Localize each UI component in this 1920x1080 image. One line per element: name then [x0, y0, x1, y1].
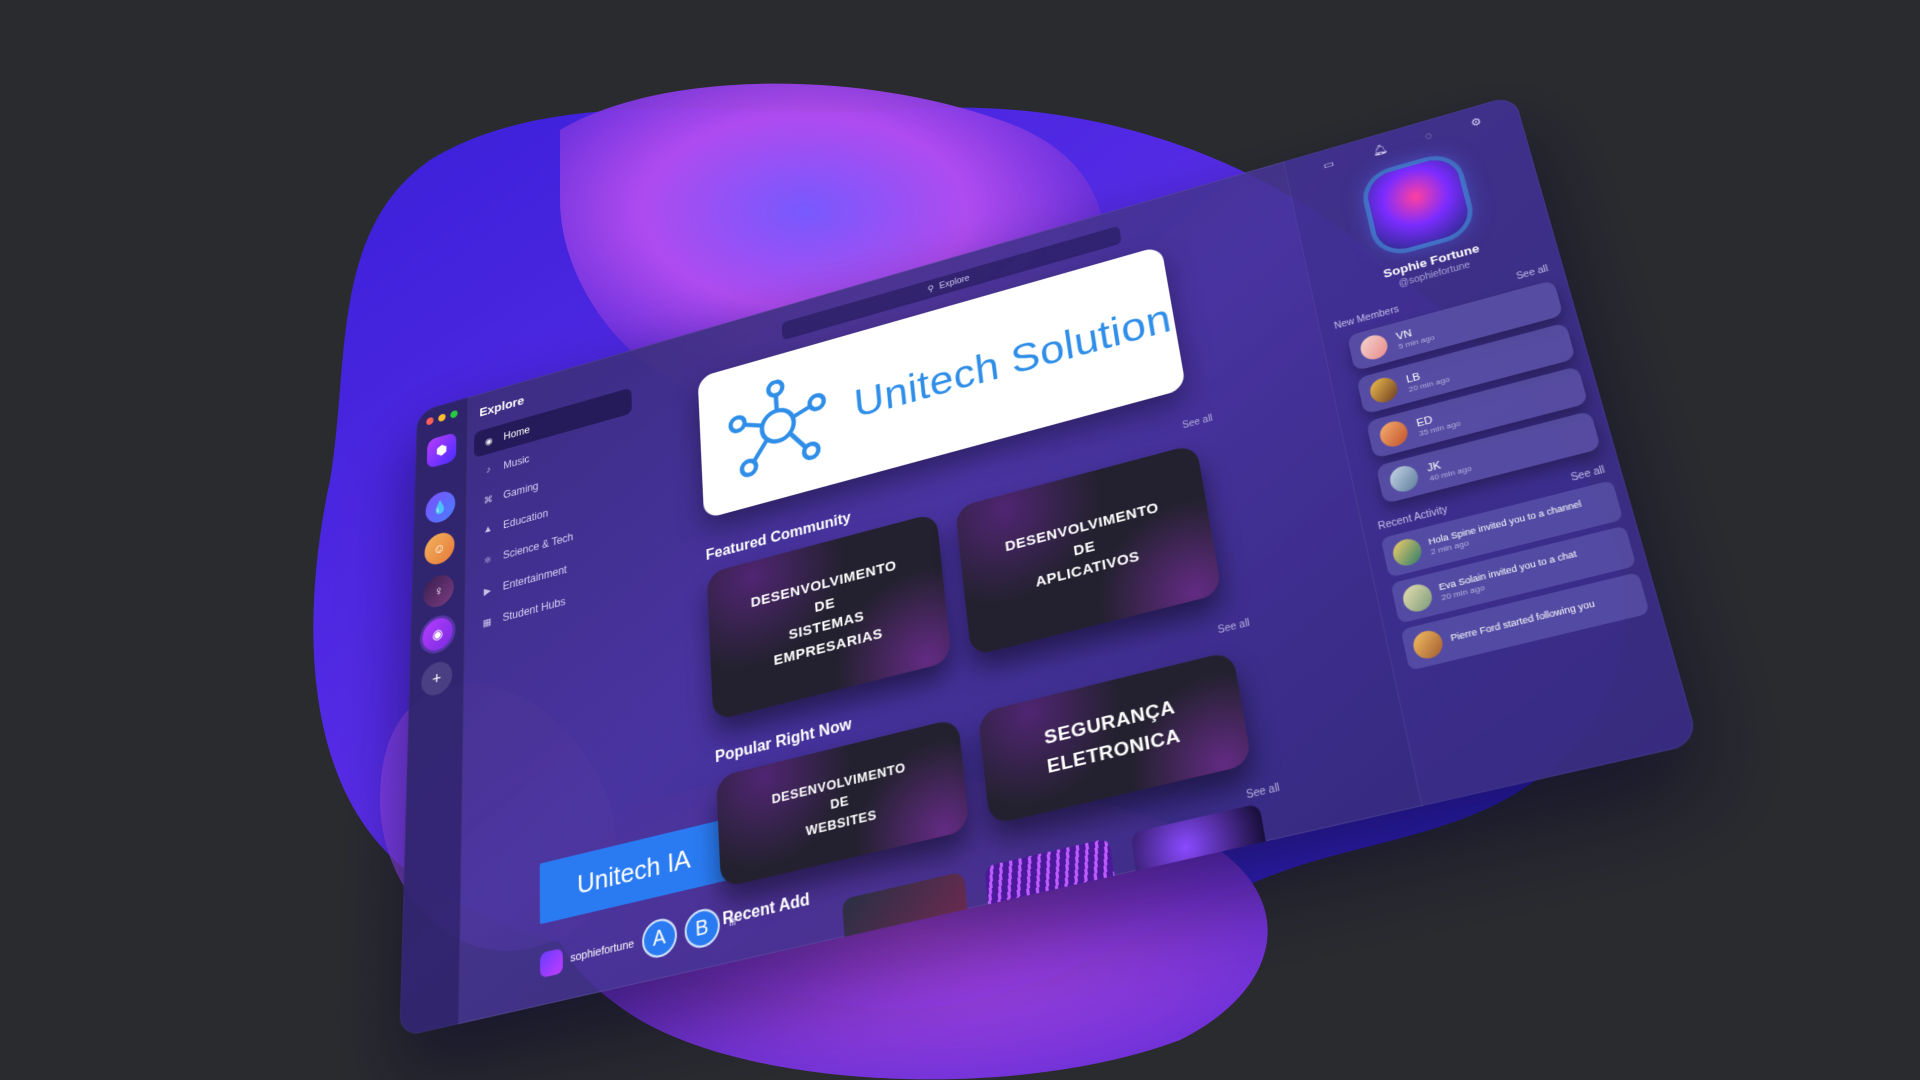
- sidebar-item-label: Music: [503, 452, 530, 472]
- atom-icon: ⚛: [483, 553, 492, 567]
- graduation-cap-icon: ▲: [483, 523, 493, 536]
- chat-icon[interactable]: ◌: [1424, 129, 1434, 142]
- search-icon: ⚲: [926, 283, 935, 295]
- compass-icon: ◉: [484, 435, 493, 448]
- new-members-see-all-link[interactable]: See all: [1515, 264, 1549, 282]
- avatar: [1390, 536, 1425, 569]
- inbox-icon[interactable]: ▭: [1322, 157, 1335, 171]
- app-window: ⬢ 💧 ☺ ♀ ◉ + Explore ◉ Home ♪ Music ⌘ Gam…: [399, 94, 1700, 1038]
- avatar: [1358, 332, 1390, 363]
- username: sophiefortune: [570, 937, 635, 965]
- hero-title: Unitech Solution: [852, 294, 1175, 427]
- avatar: [1387, 463, 1421, 495]
- avatar: [1367, 374, 1400, 406]
- sidebar-item-label: Gaming: [503, 479, 539, 502]
- search-placeholder: Explore: [938, 273, 971, 291]
- play-icon: ▶: [483, 584, 492, 598]
- gear-icon[interactable]: ⚙: [1469, 115, 1483, 129]
- card-seguranca-eletronica[interactable]: SEGURANÇA ELETRONICA: [977, 650, 1253, 826]
- server-icon-1[interactable]: 💧: [425, 488, 456, 527]
- recent-thumbnail-1[interactable]: [841, 871, 968, 943]
- add-server-icon[interactable]: +: [420, 658, 453, 699]
- avatar: [1400, 581, 1435, 615]
- popular-see-all-link[interactable]: See all: [1217, 618, 1251, 637]
- server-icon-2[interactable]: ☺: [424, 529, 455, 568]
- avatar: [1410, 627, 1446, 662]
- card-title: DESENVOLVIMENTO DE APLICATIVOS: [1004, 499, 1160, 591]
- server-icon-4[interactable]: ◉: [421, 614, 454, 655]
- sidebar-item-label: Student Hubs: [502, 594, 566, 625]
- server-icon-3[interactable]: ♀: [423, 571, 455, 611]
- recent-section-title: Recent Add: [722, 890, 811, 929]
- main-content: ⚲ Explore Unitech Solution Featured Comm…: [637, 164, 1410, 979]
- profile-avatar[interactable]: [1362, 153, 1473, 256]
- avatar[interactable]: [540, 947, 563, 979]
- bell-icon[interactable]: 🔔︎: [1371, 142, 1388, 157]
- recent-thumbnail-3[interactable]: [1130, 803, 1267, 877]
- card-title: SEGURANÇA ELETRONICA: [1042, 696, 1183, 779]
- recent-thumbnail-2[interactable]: [984, 837, 1116, 910]
- card-title: DESENVOLVIMENTO DE SISTEMAS EMPRESARIAS: [750, 557, 898, 669]
- server-rail: ⬢ 💧 ☺ ♀ ◉ +: [399, 397, 469, 1038]
- sidebar-item-label: Home: [503, 423, 530, 443]
- card-title: DESENVOLVIMENTO DE WEBSITES: [771, 759, 907, 839]
- recent-activity-see-all-link[interactable]: See all: [1570, 465, 1606, 484]
- network-hub-icon: [723, 365, 835, 486]
- maximize-window-button[interactable]: [450, 409, 458, 419]
- recent-see-all-link[interactable]: See all: [1245, 782, 1280, 801]
- close-window-button[interactable]: [426, 416, 434, 426]
- card-aplicativos[interactable]: DESENVOLVIMENTO DE APLICATIVOS: [954, 443, 1223, 657]
- app-logo-icon[interactable]: ⬢: [426, 431, 457, 469]
- sidebar-item-label: Education: [503, 506, 549, 532]
- gamepad-icon: ⌘: [483, 493, 493, 507]
- window-controls: [426, 409, 458, 426]
- avatar: [1377, 418, 1411, 450]
- featured-see-all-link[interactable]: See all: [1182, 413, 1214, 431]
- minimize-window-button[interactable]: [438, 413, 446, 423]
- building-icon: ▦: [482, 615, 492, 629]
- music-note-icon: ♪: [486, 464, 491, 476]
